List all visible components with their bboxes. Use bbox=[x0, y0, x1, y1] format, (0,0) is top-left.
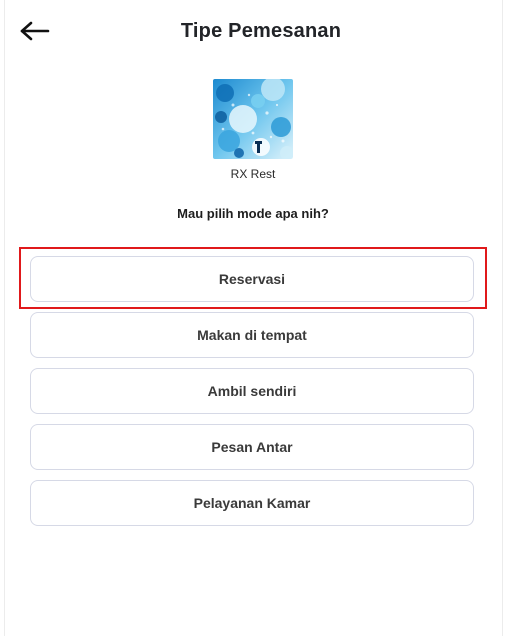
page-right-border bbox=[502, 0, 503, 636]
option-ambil-sendiri[interactable]: Ambil sendiri bbox=[30, 368, 474, 414]
option-reservasi[interactable]: Reservasi bbox=[30, 256, 474, 302]
option-makan-di-tempat[interactable]: Makan di tempat bbox=[30, 312, 474, 358]
page-title: Tipe Pemesanan bbox=[180, 20, 342, 42]
store-name: RX Rest bbox=[230, 167, 276, 181]
header: Tipe Pemesanan bbox=[0, 0, 507, 62]
page-left-border bbox=[4, 0, 5, 636]
option-pelayanan-kamar[interactable]: Pelayanan Kamar bbox=[30, 480, 474, 526]
order-type-page: Tipe Pemesanan RX Rest Mau pilih mode ap… bbox=[0, 0, 507, 636]
option-pesan-antar[interactable]: Pesan Antar bbox=[30, 424, 474, 470]
store-logo-image bbox=[213, 79, 293, 159]
mode-prompt: Mau pilih mode apa nih? bbox=[177, 206, 329, 221]
